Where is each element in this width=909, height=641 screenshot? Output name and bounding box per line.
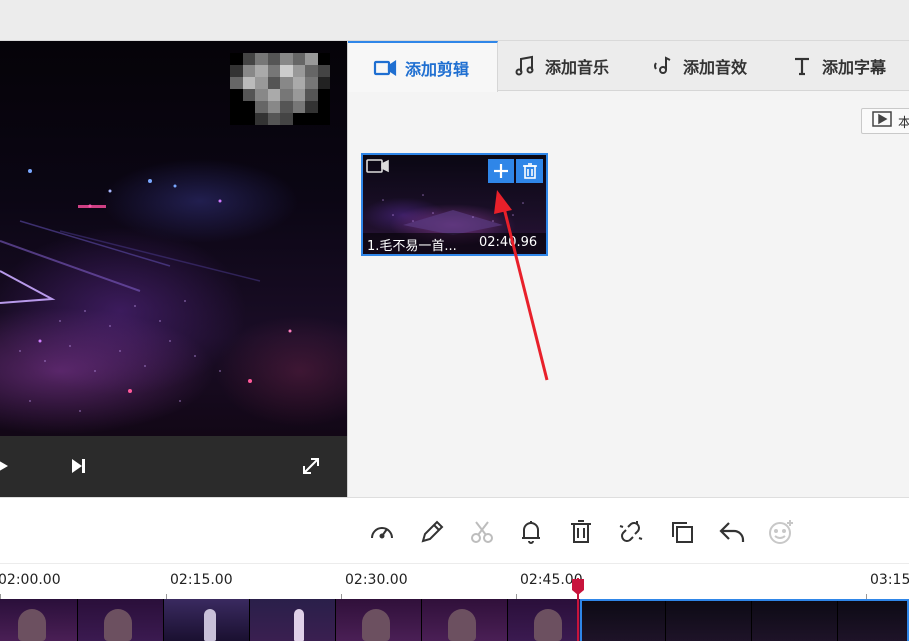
play-box-icon bbox=[872, 111, 892, 131]
track-frame bbox=[336, 599, 422, 641]
music-note-icon bbox=[513, 54, 537, 78]
tab-add-music[interactable]: 添加音乐 bbox=[513, 41, 609, 91]
tick-label: 02:00.00 bbox=[0, 572, 61, 588]
selected-clip-region[interactable] bbox=[580, 599, 909, 641]
tab-bar: 添加剪辑 添加音乐 添加音效 添加字幕 bbox=[348, 41, 909, 92]
mosaic-watermark bbox=[230, 53, 330, 125]
delete-clip-button[interactable] bbox=[516, 159, 543, 183]
face-sticker-icon bbox=[766, 517, 796, 547]
play-icon[interactable] bbox=[0, 454, 12, 478]
track-frame bbox=[422, 599, 508, 641]
text-t-icon bbox=[790, 54, 814, 78]
clip-duration: 02:40.96 bbox=[479, 235, 538, 250]
player-controls bbox=[0, 436, 347, 497]
media-panel: 添加剪辑 添加音乐 添加音效 添加字幕 本 1.毛不易一首... 02:40.9… bbox=[347, 41, 909, 497]
clip-card[interactable]: 1.毛不易一首... 02:40.96 bbox=[361, 153, 548, 256]
trash-icon[interactable] bbox=[566, 517, 596, 547]
track-frame bbox=[164, 599, 250, 641]
tab-add-subtitle-label: 添加字幕 bbox=[822, 58, 887, 77]
tick-label: 02:15.00 bbox=[170, 572, 233, 588]
tab-add-subtitle[interactable]: 添加字幕 bbox=[790, 41, 886, 91]
unlink-icon[interactable] bbox=[616, 517, 646, 547]
tab-add-sound-effect[interactable]: 添加音效 bbox=[651, 41, 747, 91]
fullscreen-icon[interactable] bbox=[298, 453, 324, 479]
local-video-button[interactable]: 本 bbox=[861, 108, 909, 134]
timeline-ruler[interactable]: 02:00.00 02:15.00 02:30.00 02:45.00 03:1… bbox=[0, 563, 909, 600]
speed-gauge-icon[interactable] bbox=[367, 517, 397, 547]
tick-label: 02:30.00 bbox=[345, 572, 408, 588]
edit-toolbar bbox=[0, 497, 909, 563]
tab-add-sound-effect-label: 添加音效 bbox=[683, 58, 748, 77]
add-to-timeline-button[interactable] bbox=[488, 159, 514, 183]
pencil-edit-icon[interactable] bbox=[417, 517, 447, 547]
copy-icon[interactable] bbox=[667, 517, 697, 547]
video-preview bbox=[0, 41, 347, 497]
tab-add-music-label: 添加音乐 bbox=[545, 58, 610, 77]
tab-add-clip-label: 添加剪辑 bbox=[405, 59, 470, 79]
video-frame bbox=[0, 41, 347, 436]
tab-add-clip[interactable]: 添加剪辑 bbox=[348, 41, 498, 92]
video-camera-icon bbox=[366, 158, 390, 178]
clip-name: 1.毛不易一首... bbox=[367, 239, 457, 254]
undo-icon[interactable] bbox=[717, 517, 747, 547]
track-frame bbox=[78, 599, 164, 641]
sound-effect-icon bbox=[651, 54, 675, 78]
tick-label: 03:15 bbox=[870, 572, 909, 588]
local-video-button-label: 本 bbox=[898, 115, 909, 131]
top-strip bbox=[0, 0, 909, 41]
video-track[interactable] bbox=[0, 599, 909, 641]
playhead-handle[interactable] bbox=[571, 578, 585, 596]
app-window: 添加剪辑 添加音乐 添加音效 添加字幕 本 1.毛不易一首... 02:40.9… bbox=[0, 0, 909, 641]
video-camera-icon bbox=[373, 56, 397, 80]
scissors-cut-icon bbox=[467, 517, 497, 547]
bell-marker-icon[interactable] bbox=[516, 517, 546, 547]
next-frame-icon[interactable] bbox=[66, 454, 90, 478]
track-frame bbox=[250, 599, 336, 641]
track-frame bbox=[0, 599, 78, 641]
